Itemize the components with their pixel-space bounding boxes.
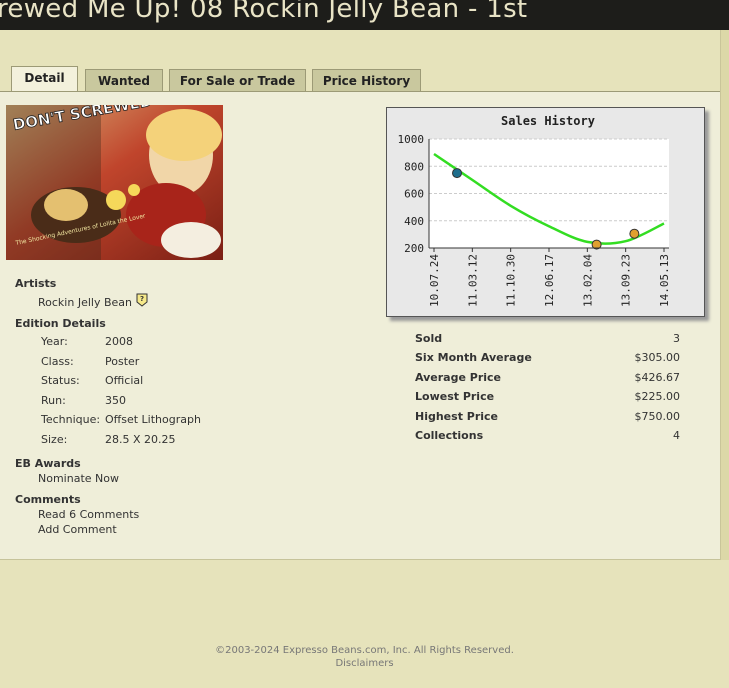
tab-for-sale-or-trade[interactable]: For Sale or Trade [169, 69, 306, 93]
tab-wanted[interactable]: Wanted [85, 69, 163, 93]
edition-label-size: Size: [41, 433, 68, 446]
stat-value-six-month-average: $305.00 [634, 351, 681, 364]
stat-value-collections: 4 [673, 429, 680, 442]
chart-x-tick-label: 12.06.17 [543, 254, 556, 307]
tab-price-history[interactable]: Price History [312, 69, 421, 93]
tab-bar: Detail Wanted For Sale or Trade Price Hi… [0, 66, 720, 93]
svg-text:?: ? [140, 295, 144, 303]
chart-x-tick-label: 14.05.13 [658, 254, 671, 307]
read-comments-link[interactable]: Read 6 Comments [38, 508, 139, 521]
edition-value-run: 350 [105, 394, 126, 407]
chart-y-tick-label: 200 [404, 242, 424, 255]
sales-history-chart-svg: Sales History 200 400 600 800 1000 10.07.24 1… [398, 114, 672, 307]
header-bar: rewed Me Up! 08 Rockin Jelly Bean - 1st [0, 0, 729, 30]
stat-label-collections: Collections [415, 429, 484, 442]
chart-x-tick-label: 13.09.23 [620, 254, 633, 307]
stat-label-six-month-average: Six Month Average [415, 351, 532, 364]
chart-sale-point[interactable] [629, 228, 640, 239]
artist-link[interactable]: Rockin Jelly Bean [38, 296, 132, 309]
chart-sale-point[interactable] [452, 168, 463, 179]
stat-label-highest-price: Highest Price [415, 410, 499, 423]
stat-value-lowest-price: $225.00 [634, 390, 681, 403]
edition-label-year: Year: [41, 335, 68, 348]
edition-value-size: 28.5 X 20.25 [105, 433, 176, 446]
edition-details-heading: Edition Details [15, 317, 106, 330]
eb-awards-heading: EB Awards [15, 457, 81, 470]
chart-x-tick-label: 11.03.12 [466, 254, 479, 307]
chart-x-tick-label: 10.07.24 [428, 254, 441, 307]
edition-label-class: Class: [41, 355, 74, 368]
right-edge-strip [720, 30, 729, 560]
chart-y-tick-label: 1000 [398, 133, 425, 146]
edition-label-technique: Technique: [41, 413, 101, 426]
poster-artwork: DON'T SCREWED ME UP!!! The Shocking Adve… [6, 105, 223, 260]
edition-value-status: Official [105, 374, 144, 387]
sales-history-chart: Sales History 200 400 600 800 1000 10.07.24 1… [386, 107, 705, 317]
chart-x-tick-label: 11.10.30 [505, 254, 518, 307]
stat-label-sold: Sold [415, 332, 443, 345]
footer-disclaimers-link[interactable]: Disclaimers [0, 658, 729, 669]
chart-title: Sales History [501, 114, 595, 128]
chart-y-tick-label: 800 [404, 160, 424, 173]
nominate-now-link[interactable]: Nominate Now [38, 472, 119, 485]
tab-detail[interactable]: Detail [11, 66, 78, 93]
stat-label-average-price: Average Price [415, 371, 502, 384]
stat-label-lowest-price: Lowest Price [415, 390, 495, 403]
edition-value-technique: Offset Lithograph [105, 413, 201, 426]
footer-copyright: ©2003-2024 Expresso Beans.com, Inc. All … [215, 645, 514, 656]
edition-value-year: 2008 [105, 335, 133, 348]
chart-x-tick-label: 13.02.04 [581, 254, 594, 307]
comments-heading: Comments [15, 493, 81, 506]
chart-y-tick-label: 400 [404, 215, 424, 228]
stat-value-highest-price: $750.00 [634, 410, 681, 423]
chart-y-tick-label: 600 [404, 188, 424, 201]
page-title: rewed Me Up! 08 Rockin Jelly Bean - 1st [0, 0, 528, 24]
stat-value-sold: 3 [673, 332, 680, 345]
poster-image[interactable]: DON'T SCREWED ME UP!!! The Shocking Adve… [6, 105, 223, 260]
edition-label-run: Run: [41, 394, 66, 407]
edition-value-class: Poster [105, 355, 140, 368]
artist-badge-icon[interactable]: ? [136, 292, 148, 311]
artists-heading: Artists [15, 277, 57, 290]
stat-value-average-price: $426.67 [634, 371, 681, 384]
add-comment-link[interactable]: Add Comment [38, 523, 117, 536]
edition-label-status: Status: [41, 374, 80, 387]
